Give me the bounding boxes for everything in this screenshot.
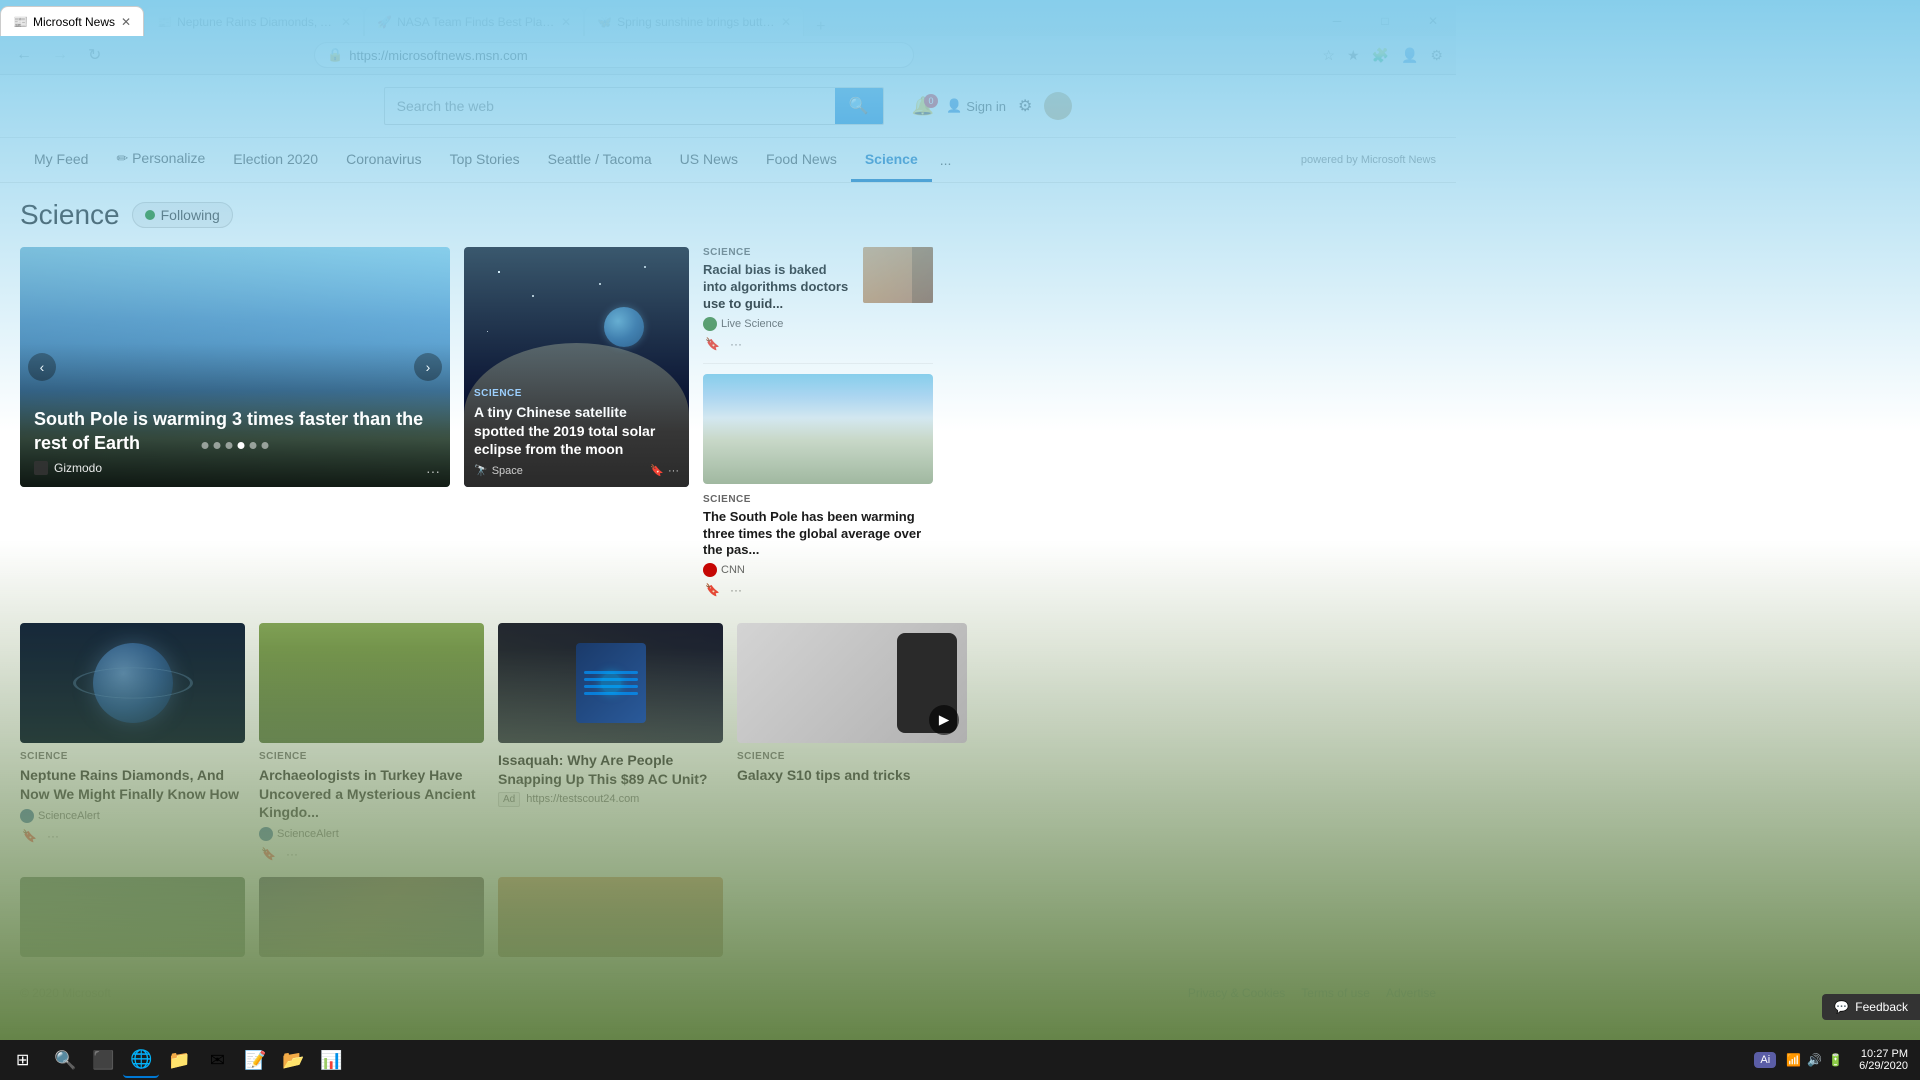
taskbar-ai-button[interactable]: Ai [1754, 1052, 1776, 1068]
ac-glow [601, 673, 621, 693]
hero-more-button[interactable]: ··· [426, 463, 440, 479]
turkey-overlay [259, 623, 484, 743]
main-content: Science Following ‹ › [0, 183, 1456, 973]
space-icon: 🔭 [474, 464, 488, 477]
center-card-source-row: 🔭 Space 🔖 ··· [474, 464, 679, 477]
tab-1-favicon: 📰 [13, 15, 27, 29]
tab-1[interactable]: 📰 Microsoft News ✕ [0, 6, 144, 36]
taskbar-sys-icons: 📶 🔊 🔋 [1780, 1053, 1849, 1067]
hero-source-name: Gizmodo [54, 461, 102, 475]
taskbar-search[interactable]: 🔍 [47, 1042, 83, 1078]
clock-time: 10:27 PM [1859, 1048, 1908, 1060]
taskbar-clock[interactable]: 10:27 PM 6/29/2020 [1853, 1048, 1914, 1072]
turkey-img [259, 623, 484, 743]
feedback-icon: 💬 [1834, 1000, 1849, 1014]
turkey-card[interactable]: SCIENCE Archaeologists in Turkey Have Un… [259, 623, 484, 863]
taskbar-file-explorer[interactable]: 📁 [161, 1042, 197, 1078]
feedback-button[interactable]: 💬 Feedback [1822, 994, 1920, 1020]
taskbar-edge[interactable]: 🌐 [123, 1042, 159, 1078]
taskbar-word[interactable]: 📝 [237, 1042, 273, 1078]
turkey-bg [259, 623, 484, 743]
right-card-2-category: SCIENCE [703, 494, 933, 505]
battery-icon[interactable]: 🔋 [1828, 1053, 1843, 1067]
second-row-grid: SCIENCE Neptune Rains Diamonds, And Now … [20, 623, 1436, 863]
taskbar: ⊞ 🔍 ⬛ 🌐 📁 ✉ 📝 📂 📊 Ai 📶 🔊 🔋 10:27 PM 6/29… [0, 1040, 1920, 1080]
taskbar-right: Ai 📶 🔊 🔋 10:27 PM 6/29/2020 [1754, 1048, 1914, 1072]
network-icon[interactable]: 📶 [1786, 1053, 1801, 1067]
taskbar-powerpoint[interactable]: 📊 [313, 1042, 349, 1078]
video-card[interactable]: ▶ [737, 623, 967, 743]
feedback-label: Feedback [1855, 1000, 1908, 1014]
center-card-source: Space [492, 465, 523, 477]
ac-device [576, 643, 646, 723]
taskbar-pinned: 🔍 ⬛ 🌐 📁 ✉ 📝 📂 📊 [47, 1042, 349, 1078]
volume-icon[interactable]: 🔊 [1807, 1053, 1822, 1067]
taskbar-explorer2[interactable]: 📂 [275, 1042, 311, 1078]
tab-1-title: Microsoft News [33, 15, 115, 29]
clock-date: 6/29/2020 [1859, 1060, 1908, 1072]
tab-1-close[interactable]: ✕ [121, 15, 131, 29]
hero-source: Gizmodo [34, 461, 436, 475]
more-icon-center[interactable]: ··· [668, 465, 679, 477]
taskbar-mail[interactable]: ✉ [199, 1042, 235, 1078]
taskbar-taskview[interactable]: ⬛ [85, 1042, 121, 1078]
start-button[interactable]: ⊞ [6, 1044, 39, 1076]
bookmark-icon-center[interactable]: 🔖 [650, 464, 664, 477]
gizmodo-icon [34, 461, 48, 475]
